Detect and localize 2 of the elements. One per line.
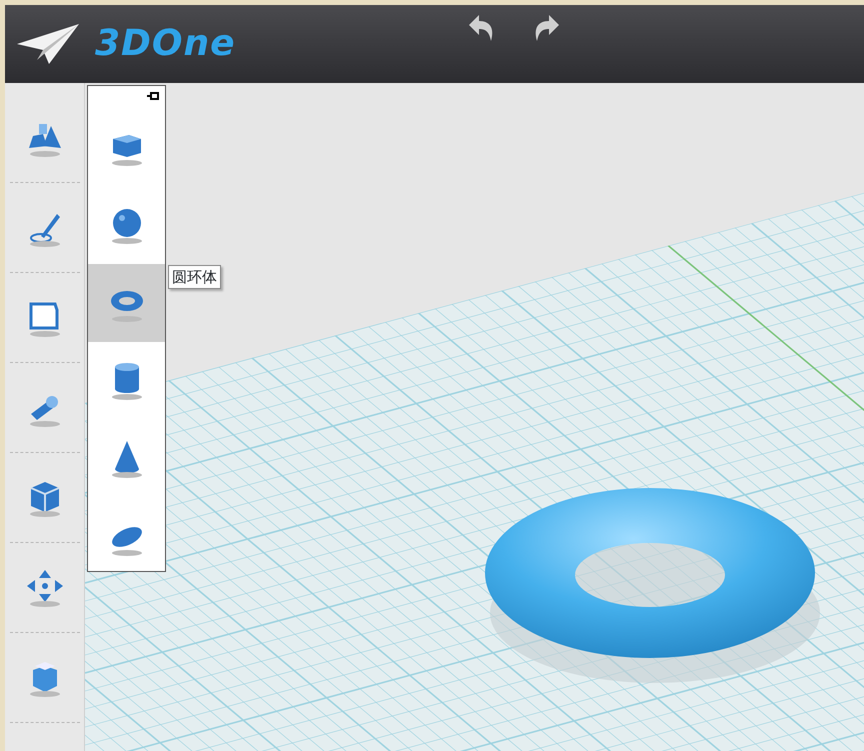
app-logo: 3DOne <box>95 22 236 66</box>
tooltip: 圆环体 <box>168 265 221 289</box>
